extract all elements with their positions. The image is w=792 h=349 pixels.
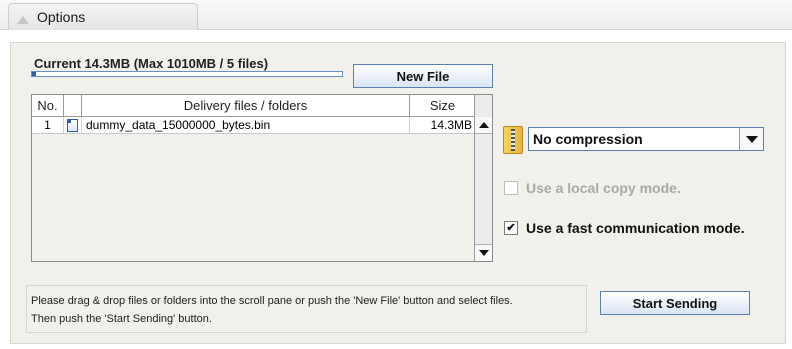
chevron-down-icon <box>745 135 758 143</box>
local-copy-option[interactable]: Use a local copy mode. <box>504 180 681 196</box>
row-icon-cell <box>64 117 82 133</box>
instruction-line-2: Then push the 'Start Sending' button. <box>31 313 212 325</box>
table-row[interactable]: 1 dummy_data_15000000_bytes.bin 14.3MB <box>32 117 475 134</box>
options-toggle-tab[interactable]: Options <box>8 3 198 30</box>
checkmark-icon: ✔ <box>506 221 516 234</box>
scroll-down-button[interactable] <box>475 244 492 261</box>
table-vertical-scrollbar[interactable] <box>474 95 492 261</box>
row-number: 1 <box>32 117 64 133</box>
scroll-up-button[interactable] <box>475 117 492 134</box>
progress-fill <box>32 72 37 76</box>
table-header: No. Delivery files / folders Size <box>32 95 475 117</box>
instruction-line-1: Please drag & drop files or folders into… <box>31 295 513 307</box>
column-header-files[interactable]: Delivery files / folders <box>82 95 410 116</box>
zip-archive-icon <box>503 126 523 154</box>
file-icon <box>67 118 78 132</box>
upload-capacity-progress-bar <box>31 71 343 77</box>
compression-select[interactable]: No compression <box>528 127 764 151</box>
delivery-files-table[interactable]: No. Delivery files / folders Size 1 dumm… <box>31 94 493 262</box>
new-file-button[interactable]: New File <box>353 64 493 88</box>
column-header-no[interactable]: No. <box>32 95 64 116</box>
start-sending-button[interactable]: Start Sending <box>600 291 750 315</box>
column-header-size[interactable]: Size <box>410 95 475 116</box>
row-file-name: dummy_data_15000000_bytes.bin <box>82 117 410 133</box>
row-file-size: 14.3MB <box>430 118 472 132</box>
arrow-up-icon <box>478 122 489 128</box>
options-tab-label: Options <box>37 9 86 25</box>
fast-communication-label: Use a fast communication mode. <box>526 220 745 236</box>
collapse-triangle-icon <box>17 16 29 24</box>
local-copy-label: Use a local copy mode. <box>526 180 681 196</box>
current-size-label: Current 14.3MB (Max 1010MB / 5 files) <box>34 56 269 71</box>
instructions-box: Please drag & drop files or folders into… <box>26 285 587 333</box>
fast-communication-option[interactable]: ✔ Use a fast communication mode. <box>504 220 745 236</box>
compression-selected-value: No compression <box>533 131 643 147</box>
local-copy-checkbox[interactable] <box>504 181 518 195</box>
column-header-icon[interactable] <box>64 95 82 116</box>
compression-dropdown-button[interactable] <box>739 128 763 150</box>
options-header-bar: Options <box>0 0 792 30</box>
arrow-down-icon <box>478 250 489 256</box>
fast-communication-checkbox[interactable]: ✔ <box>504 221 518 235</box>
